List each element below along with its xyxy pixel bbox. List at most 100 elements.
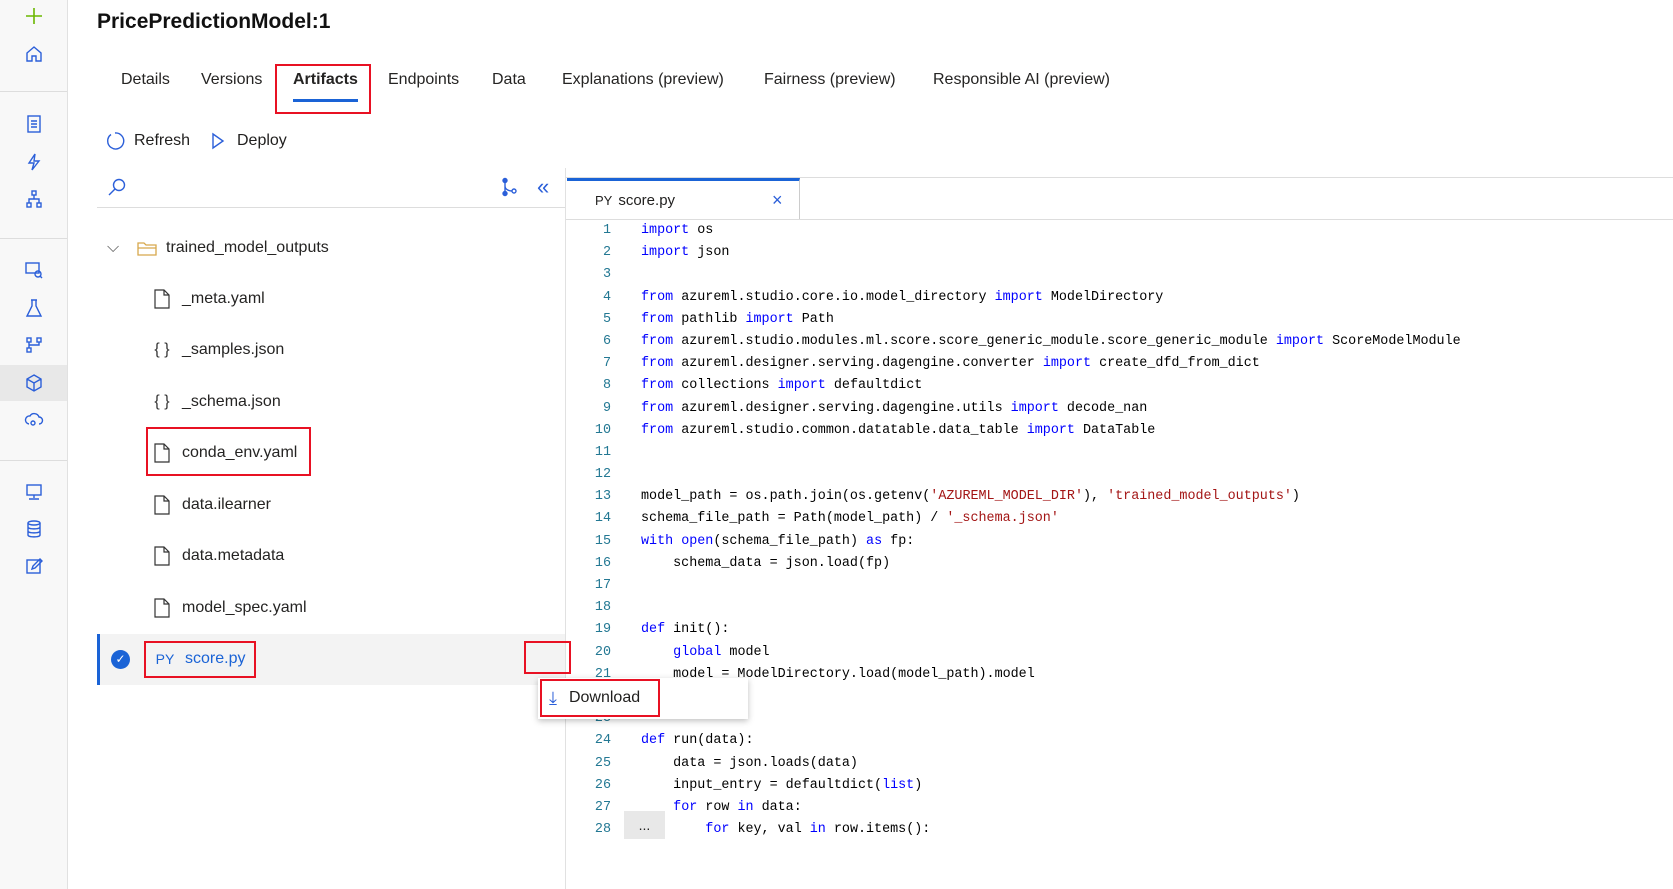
nav-labeling[interactable] — [0, 548, 67, 584]
nav-datastores[interactable] — [0, 511, 67, 547]
code-line: 20 global model — [566, 642, 770, 664]
code-token: create_dfd_from_dict — [1091, 356, 1260, 372]
editor-tab-label: score.py — [618, 191, 676, 209]
download-label: Download — [568, 689, 641, 706]
nav-datasets[interactable] — [0, 252, 67, 288]
tab-endpoints[interactable]: Endpoints — [388, 71, 459, 89]
line-number: 13 — [594, 489, 611, 505]
code-token: import — [1275, 333, 1325, 349]
close-icon[interactable]: × — [772, 190, 783, 211]
code-token: '_schema.json' — [946, 511, 1059, 527]
code-line: 26 input_entry = defaultdict(list) — [566, 775, 922, 797]
deploy-button[interactable]: Deploy — [208, 131, 287, 151]
code-line: 7 from azureml.designer.serving.dagengine… — [566, 353, 1260, 375]
code-token: azureml.studio.common.datatable.data_tab… — [673, 422, 1027, 438]
code-line: 14 schema_file_path = Path(model_path) / … — [566, 508, 1059, 530]
yaml-file-icon — [151, 288, 173, 309]
folder-label: trained_model_outputs — [166, 238, 329, 256]
code-token: schema_data = json.load(fp) — [641, 555, 891, 571]
search-icon[interactable] — [107, 177, 127, 197]
code-token: data = json.loads(data) — [641, 755, 858, 771]
line-number: 16 — [594, 555, 611, 571]
code-text: model_path = os.path.join(os.getenv('AZU… — [641, 486, 1300, 508]
nav-pipelines[interactable] — [0, 327, 67, 363]
refresh-label: Refresh — [134, 132, 191, 149]
code-token: global — [673, 644, 722, 660]
file-icon — [151, 546, 173, 566]
pipelines-icon — [25, 337, 42, 353]
code-token: defaultdict — [825, 378, 923, 394]
tree-file-item[interactable]: { } _schema.json — [97, 376, 565, 427]
nav-compute[interactable] — [0, 474, 67, 510]
file-name: data.metadata — [182, 547, 285, 564]
code-token: model — [721, 644, 770, 660]
tab-details[interactable]: Details — [121, 71, 170, 89]
tab-responsible-ai-preview[interactable]: Responsible AI (preview) — [933, 71, 1110, 89]
code-token: def — [641, 733, 666, 749]
code-token: import — [641, 223, 690, 238]
tree-file-item[interactable]: ✓ PY score.py — [97, 633, 565, 685]
code-text: from pathlib import Path — [641, 309, 834, 331]
tab-artifacts[interactable]: Artifacts — [293, 71, 358, 102]
nav-models[interactable] — [0, 365, 67, 401]
code-token: from — [641, 333, 674, 349]
line-number: 12 — [594, 467, 611, 483]
tree-file-item[interactable]: model_spec.yaml — [97, 582, 565, 633]
tree-file-item[interactable]: _meta.yaml — [97, 273, 565, 324]
labeling-icon — [25, 558, 43, 574]
code-token: import — [1010, 400, 1059, 416]
tree-folder[interactable]: ⌵ trained_model_outputs — [97, 222, 565, 273]
python-file-icon: PY — [595, 192, 613, 208]
code-token: input_entry = defaultdict( — [641, 777, 883, 793]
code-editor: PY score.py × 1 import os 2 import json 3 4 fr… — [565, 168, 1673, 889]
code-line: 9 from azureml.designer.serving.dagengine… — [566, 398, 1147, 420]
tab-data[interactable]: Data — [492, 71, 526, 89]
nav-home[interactable] — [0, 36, 67, 72]
file-name: _schema.json — [182, 392, 281, 410]
code-token: in — [809, 822, 826, 838]
code-text: from azureml.studio.common.datatable.dat… — [641, 420, 1155, 442]
selected-check-icon[interactable]: ✓ — [111, 649, 130, 669]
file-name: score.py — [185, 650, 246, 667]
context-menu: ⤓ Download — [538, 678, 748, 719]
code-token: 'AZUREML_MODEL_DIR' — [930, 489, 1083, 505]
divider — [566, 219, 1673, 220]
code-token: key, val — [729, 822, 810, 838]
file-search-bar: « — [97, 168, 565, 208]
code-token: from — [641, 356, 674, 372]
code-token: import — [745, 311, 794, 327]
tree-file-item[interactable]: conda_env.yaml — [97, 428, 565, 479]
nav-notebook[interactable] — [0, 106, 67, 142]
nav-experiments[interactable] — [0, 290, 67, 326]
line-number: 8 — [602, 378, 611, 394]
code-token: init(): — [665, 622, 730, 638]
code-line: 2 import json — [566, 242, 729, 264]
code-line: 24 def run(data): — [566, 730, 754, 752]
download-menu-item[interactable]: ⤓ Download — [541, 680, 659, 716]
code-token: ModelDirectory — [1042, 289, 1164, 305]
tree-file-item[interactable]: data.metadata — [97, 531, 565, 582]
designer-icon — [25, 190, 42, 208]
nav-designer[interactable] — [0, 181, 67, 217]
code-token: for — [705, 822, 730, 838]
code-line: 1 import os — [566, 220, 713, 242]
endpoints-icon — [24, 412, 43, 426]
code-text: for key, val in row.items(): — [641, 819, 930, 841]
editor-tab-score-py[interactable]: PY score.py × — [567, 178, 800, 219]
tab-versions[interactable]: Versions — [201, 71, 262, 89]
code-token: 'trained_model_outputs' — [1107, 489, 1292, 505]
nav-plus[interactable] — [0, 0, 67, 34]
folder-icon — [137, 241, 157, 256]
collapse-panel-icon[interactable]: « — [537, 174, 549, 200]
nav-automl[interactable] — [0, 144, 67, 180]
branch-icon[interactable] — [499, 177, 519, 197]
refresh-button[interactable]: Refresh — [105, 131, 190, 151]
tab-fairness-preview[interactable]: Fairness (preview) — [764, 71, 896, 89]
tree-file-item[interactable]: { } _samples.json — [97, 325, 565, 376]
nav-endpoints[interactable] — [0, 402, 67, 438]
models-icon — [25, 374, 42, 392]
tree-file-item[interactable]: data.ilearner — [97, 479, 565, 530]
code-token: import — [994, 289, 1043, 305]
code-token: pathlib — [673, 311, 746, 327]
tab-explanations-preview[interactable]: Explanations (preview) — [562, 71, 724, 89]
